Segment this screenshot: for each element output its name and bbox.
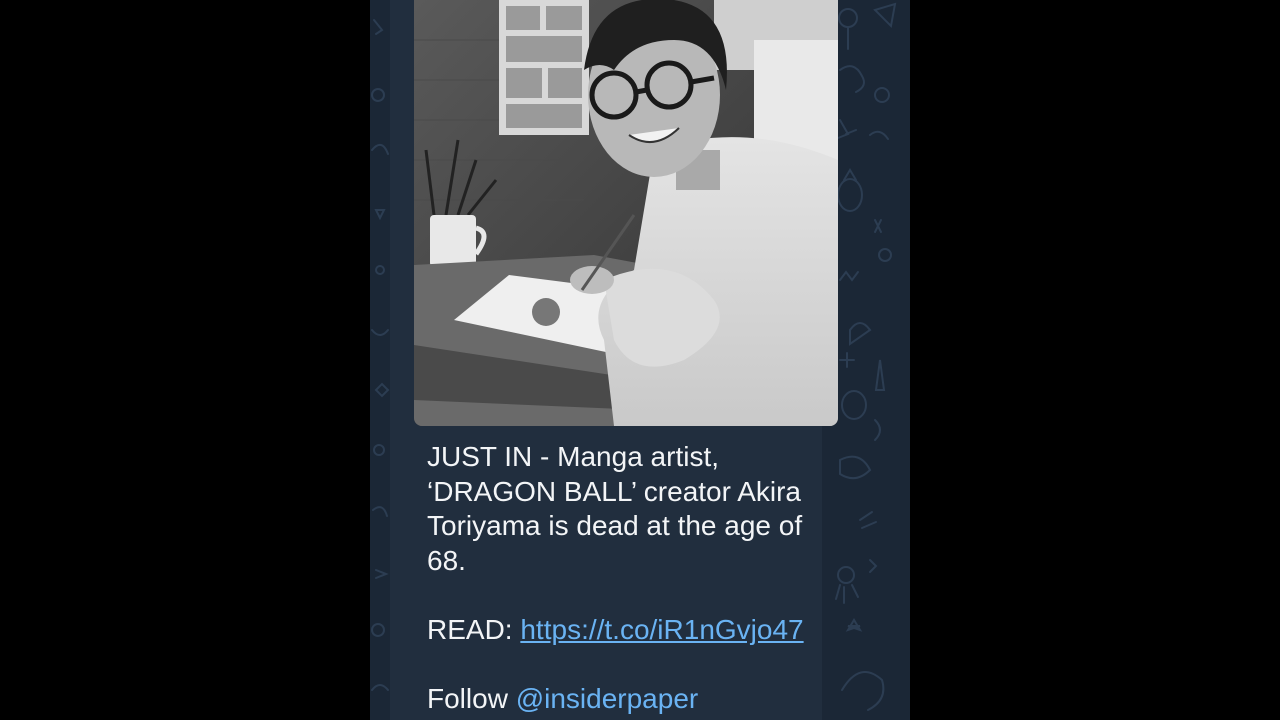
follow-label: Follow (427, 682, 508, 714)
telegram-chat-view: JUST IN - Manga artist, ‘DRAGON BALL’ cr… (370, 0, 910, 720)
message-read-line: READ: https://t.co/iR1nGvjo47 (427, 613, 832, 648)
message-bubble[interactable]: JUST IN - Manga artist, ‘DRAGON BALL’ cr… (390, 0, 838, 720)
message-photo[interactable] (414, 0, 838, 426)
message-headline: JUST IN - Manga artist, ‘DRAGON BALL’ cr… (427, 441, 803, 576)
photo-artist-at-desk (414, 0, 838, 426)
channel-mention-link[interactable]: @insiderpaper (516, 683, 699, 714)
read-label: READ: (427, 613, 513, 645)
message-text: JUST IN - Manga artist, ‘DRAGON BALL’ cr… (427, 440, 832, 716)
message-follow-line: Follow @insiderpaper (427, 682, 832, 717)
article-link[interactable]: https://t.co/iR1nGvjo47 (520, 614, 803, 645)
